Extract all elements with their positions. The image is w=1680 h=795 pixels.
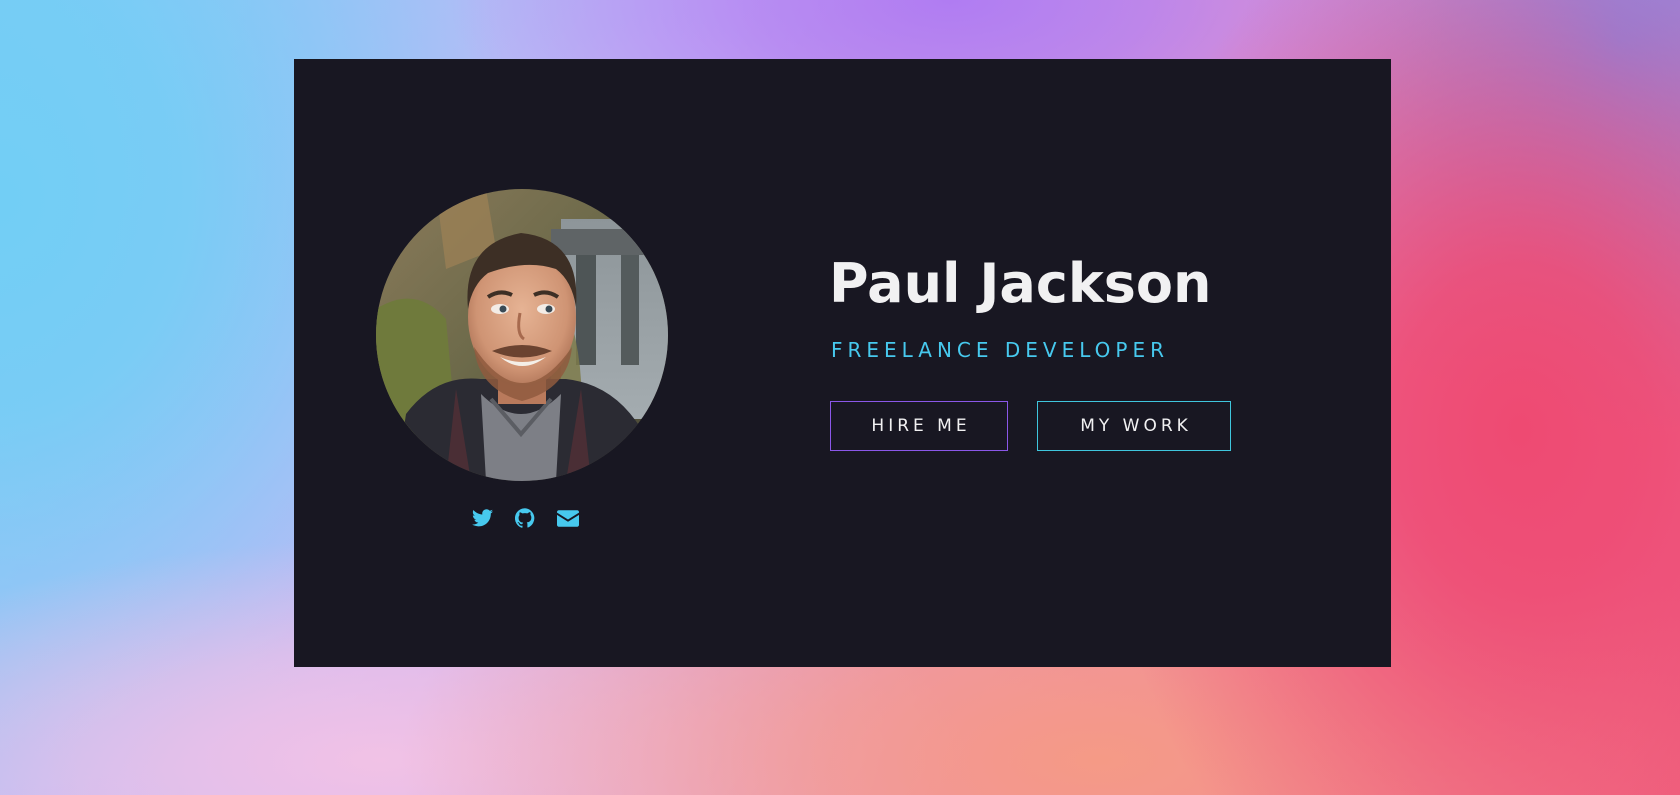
envelope-icon — [557, 509, 579, 527]
github-link[interactable] — [513, 506, 537, 530]
twitter-link[interactable] — [470, 506, 494, 530]
my-work-button[interactable]: MY WORK — [1037, 401, 1231, 451]
profile-title: FREELANCE DEVELOPER — [831, 338, 1169, 362]
email-link[interactable] — [556, 506, 580, 530]
profile-card: Paul Jackson FREELANCE DEVELOPER HIRE ME… — [294, 59, 1391, 667]
github-icon — [515, 508, 535, 528]
twitter-icon — [471, 509, 493, 527]
hire-me-button[interactable]: HIRE ME — [830, 401, 1008, 451]
social-links — [470, 506, 580, 530]
profile-name: Paul Jackson — [829, 252, 1212, 315]
avatar — [376, 189, 668, 481]
avatar-photo — [376, 189, 668, 481]
